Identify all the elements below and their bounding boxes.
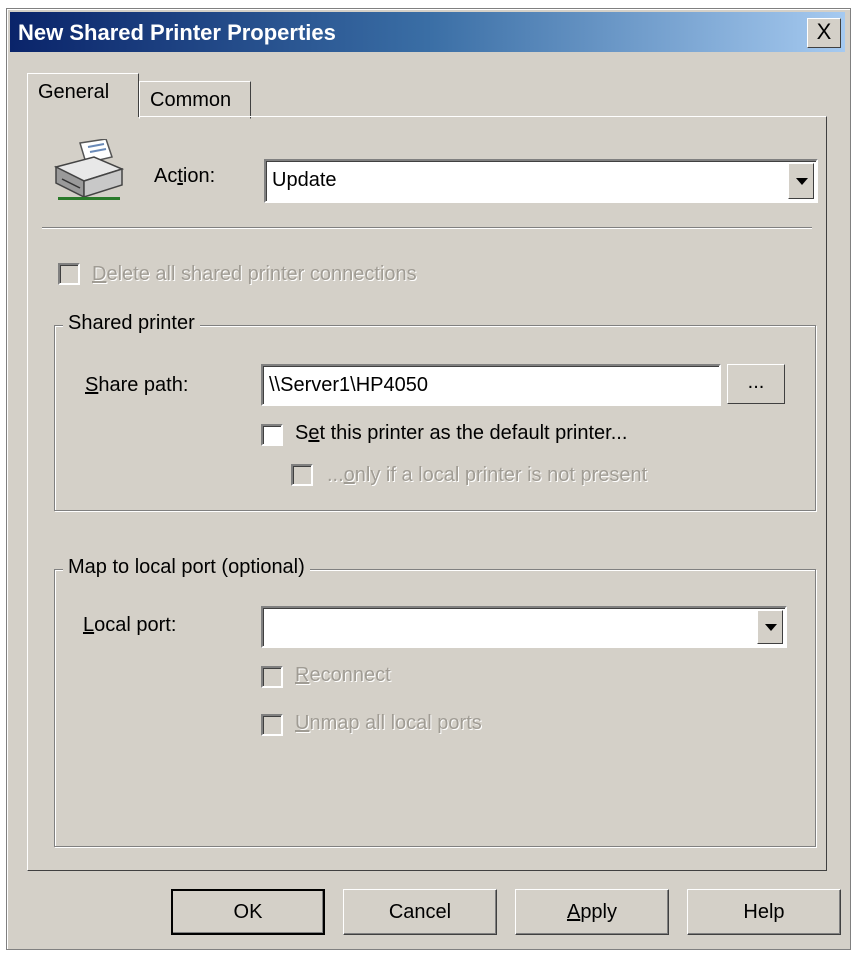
action-label: Action: xyxy=(154,165,216,187)
share-path-field[interactable]: \\Server1\HP4050 xyxy=(261,364,721,406)
share-path-label: Share path: xyxy=(85,374,189,396)
action-dropdown[interactable]: Update xyxy=(264,159,818,203)
set-default-checkbox[interactable] xyxy=(261,424,283,446)
reconnect-label: Reconnect xyxy=(295,664,391,686)
unmap-all-label: Unmap all local ports xyxy=(295,712,482,734)
ok-button[interactable]: OK xyxy=(171,889,325,935)
header-separator xyxy=(42,227,812,229)
close-button[interactable]: X xyxy=(807,18,841,48)
only-if-local-checkbox[interactable] xyxy=(291,464,313,486)
cancel-button[interactable]: Cancel xyxy=(343,889,497,935)
action-value: Update xyxy=(272,169,337,191)
general-panel: Action: Update Delete all shared printer… xyxy=(27,116,827,871)
reconnect-checkbox[interactable] xyxy=(261,666,283,688)
map-port-group: Map to local port (optional) Local port:… xyxy=(54,556,816,847)
tab-common-label: Common xyxy=(150,89,232,111)
share-path-value: \\Server1\HP4050 xyxy=(269,374,428,396)
local-port-dropdown-arrow-icon[interactable] xyxy=(757,610,783,644)
window-title: New Shared Printer Properties xyxy=(18,20,336,45)
unmap-all-checkbox[interactable] xyxy=(261,714,283,736)
tab-common[interactable]: Common xyxy=(139,81,251,119)
tab-general[interactable]: General xyxy=(27,73,139,117)
delete-all-checkbox[interactable] xyxy=(58,263,80,285)
shared-printer-legend: Shared printer xyxy=(63,312,200,335)
help-button[interactable]: Help xyxy=(687,889,841,935)
title-bar[interactable]: New Shared Printer Properties X xyxy=(10,12,845,52)
delete-all-label: Delete all shared printer connections xyxy=(92,263,417,285)
shared-printer-group: Shared printer Share path: \\Server1\HP4… xyxy=(54,312,816,511)
browse-button[interactable]: ... xyxy=(727,364,785,404)
set-default-label: Set this printer as the default printer.… xyxy=(295,422,628,444)
apply-button[interactable]: Apply xyxy=(515,889,669,935)
map-port-legend: Map to local port (optional) xyxy=(63,556,310,579)
local-port-label: Local port: xyxy=(83,614,177,636)
printer-icon xyxy=(53,139,125,200)
local-port-dropdown[interactable] xyxy=(261,606,787,648)
tab-general-label: General xyxy=(38,81,110,103)
action-dropdown-arrow-icon[interactable] xyxy=(788,163,814,199)
dialog-window: New Shared Printer Properties X General … xyxy=(6,8,851,950)
only-if-local-label: ...only if a local printer is not presen… xyxy=(327,464,648,486)
